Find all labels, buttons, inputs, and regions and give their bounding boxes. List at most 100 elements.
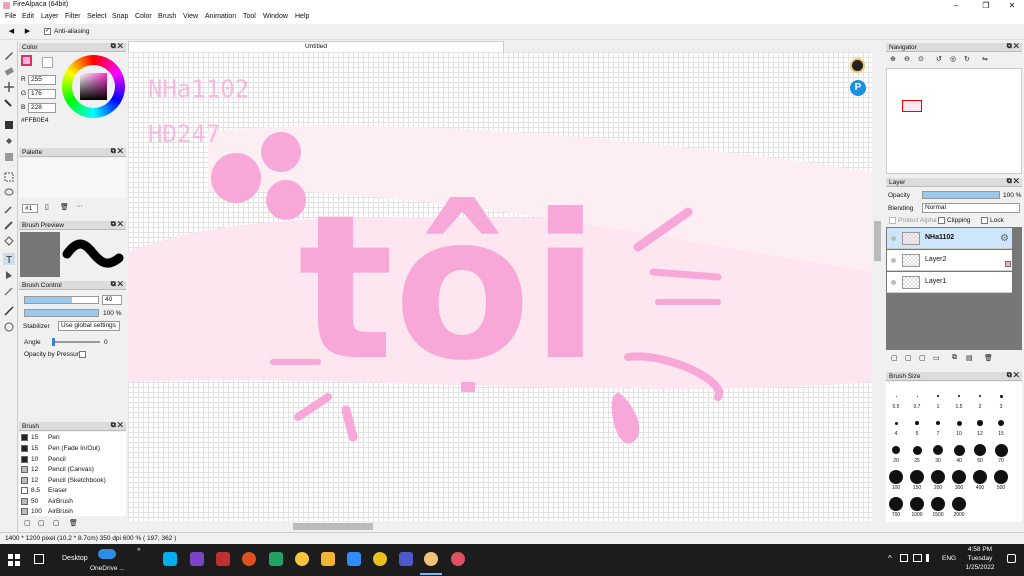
teams-icon[interactable] [399, 552, 413, 566]
brush-size-dot[interactable] [895, 395, 897, 397]
menu-filter[interactable]: Filter [65, 13, 81, 20]
task-view-icon[interactable] [34, 554, 44, 564]
saturation-square[interactable] [80, 73, 107, 100]
panel-close-icon[interactable]: ⧉ ✕ [111, 148, 123, 156]
palette-index-select[interactable]: #1 [22, 204, 38, 213]
menu-window[interactable]: Window [263, 13, 288, 20]
brush-size-dot[interactable] [892, 446, 900, 454]
brush-size-dot[interactable] [977, 420, 983, 426]
brush-item[interactable]: 12 Pencil (Canvas) [20, 465, 118, 475]
panel-close-icon[interactable]: ⧉ ✕ [111, 221, 123, 229]
rotate-right-icon[interactable]: ↻ [964, 55, 970, 63]
brush-size-dot[interactable] [931, 497, 945, 511]
tab-untitled[interactable]: Untitled [128, 41, 504, 52]
hand-tool-icon[interactable] [3, 321, 15, 333]
brush-size-dot[interactable] [910, 470, 924, 484]
add-brush-icon[interactable]: ▢ [24, 519, 31, 527]
brush-size-dot[interactable] [931, 470, 945, 484]
lasso-tool-icon[interactable] [3, 187, 15, 199]
eraser-tool-icon[interactable] [3, 65, 15, 77]
brush-size-dot[interactable] [889, 470, 903, 484]
protect-alpha-checkbox[interactable] [889, 217, 896, 224]
brush-item[interactable]: 50 AirBrush [20, 497, 118, 507]
menu-color[interactable]: Color [135, 13, 152, 20]
navigator-viewport[interactable] [902, 100, 922, 112]
new-layer-icon[interactable]: ▢ [891, 354, 898, 362]
layer-row-layer2[interactable]: Layer2 [887, 250, 1012, 271]
transform-tool-icon[interactable] [3, 97, 15, 109]
zoom-app-icon[interactable] [347, 552, 361, 566]
tray-icon[interactable] [900, 554, 908, 562]
menu-edit[interactable]: Edit [22, 13, 34, 20]
brush-size-dot[interactable] [915, 421, 919, 425]
clock-day[interactable]: Tuesday [963, 555, 997, 562]
gradient-tool-icon[interactable] [3, 151, 15, 163]
clipping-checkbox[interactable] [938, 217, 945, 224]
menu-file[interactable]: File [5, 13, 16, 20]
menu-select[interactable]: Select [87, 13, 106, 20]
fill-tool-icon[interactable] [3, 119, 15, 131]
text-tool-icon[interactable]: T [3, 253, 15, 266]
new-palette-icon[interactable]: ▯ [45, 203, 49, 211]
secondary-color-swatch[interactable] [42, 57, 53, 68]
merge-layer-icon[interactable]: ▤ [966, 354, 973, 362]
tray-chevron-icon[interactable]: ^ [888, 554, 892, 563]
zoom-fit-icon[interactable]: ⊙ [918, 55, 924, 63]
maximize-button[interactable]: ❐ [974, 0, 998, 11]
new-layer-1bit-icon[interactable]: ▢ [919, 354, 926, 362]
visibility-icon[interactable] [891, 258, 896, 263]
brush-size-dot[interactable] [998, 420, 1004, 426]
prev-icon[interactable]: ◀ [6, 27, 17, 37]
blending-select[interactable]: Normal [922, 203, 1020, 213]
magic-wand-icon[interactable] [3, 203, 15, 215]
operation-tool-icon[interactable] [3, 269, 15, 281]
bucket-tool-icon[interactable] [3, 135, 15, 147]
brush-item[interactable]: 8.5 Eraser [20, 486, 118, 496]
desktop-label[interactable]: Desktop [62, 555, 88, 562]
zoom-in-icon[interactable]: ⊕ [890, 55, 896, 63]
brush-size-input[interactable]: 40 [102, 295, 122, 305]
panel-close-icon[interactable]: ⧉ ✕ [1007, 372, 1019, 380]
zoom-out-icon[interactable]: ⊖ [904, 55, 910, 63]
brush-size-dot[interactable] [933, 445, 943, 455]
duplicate-brush-icon[interactable]: ▢ [38, 519, 45, 527]
brush-size-dot[interactable] [973, 470, 987, 484]
eyedropper-icon[interactable] [3, 305, 15, 317]
rotate-reset-icon[interactable]: ◎ [950, 55, 956, 63]
panel-close-icon[interactable]: ⧉ ✕ [1007, 178, 1019, 186]
onedrive-icon[interactable] [98, 549, 116, 559]
brush-item[interactable]: 15 Pen (Fade In/Out) [20, 444, 118, 454]
navigator-preview[interactable] [886, 68, 1022, 174]
clock-date[interactable]: 1/25/2022 [961, 564, 999, 571]
rotate-left-icon[interactable]: ↺ [936, 55, 942, 63]
chrome-icon[interactable] [373, 552, 387, 566]
brush-size-dot[interactable] [956, 420, 962, 426]
file-explorer-icon[interactable] [321, 552, 335, 566]
canvas-horizontal-scrollbar[interactable] [128, 521, 872, 532]
brush-size-slider[interactable] [24, 296, 99, 304]
pen-tool-icon[interactable] [3, 49, 15, 61]
brush-opacity-slider[interactable] [24, 309, 99, 317]
expand-chevron-icon[interactable]: » [137, 546, 141, 553]
brush-size-dot[interactable] [889, 497, 903, 511]
menu-view[interactable]: View [183, 13, 198, 20]
close-button[interactable]: ✕ [1000, 0, 1024, 11]
brush-item[interactable]: 10 Pencil [20, 455, 118, 465]
stabilizer-select[interactable]: Use global settings [58, 321, 120, 331]
brush-size-dot[interactable] [910, 497, 924, 511]
canvas[interactable]: NHa1102 HĐ247 tôi P [128, 52, 872, 521]
panel-close-icon[interactable]: ⧉ ✕ [111, 43, 123, 51]
notification-icon[interactable] [1007, 554, 1016, 563]
brush-size-dot[interactable] [994, 470, 1008, 484]
flip-icon[interactable]: ⇋ [982, 55, 988, 63]
onedrive-label[interactable]: OneDrive ... [90, 565, 125, 572]
select-pen-icon[interactable] [3, 219, 15, 231]
move-tool-icon[interactable] [3, 81, 15, 93]
skype-icon[interactable] [163, 552, 177, 566]
new-layer-8bit-icon[interactable]: ▢ [905, 354, 912, 362]
visibility-icon[interactable] [891, 280, 896, 285]
delete-brush-icon[interactable]: 🗑 [69, 519, 78, 527]
brush-size-dot[interactable] [974, 444, 986, 456]
menu-help[interactable]: Help [295, 13, 309, 20]
palette-menu-icon[interactable]: ··· [76, 203, 83, 210]
